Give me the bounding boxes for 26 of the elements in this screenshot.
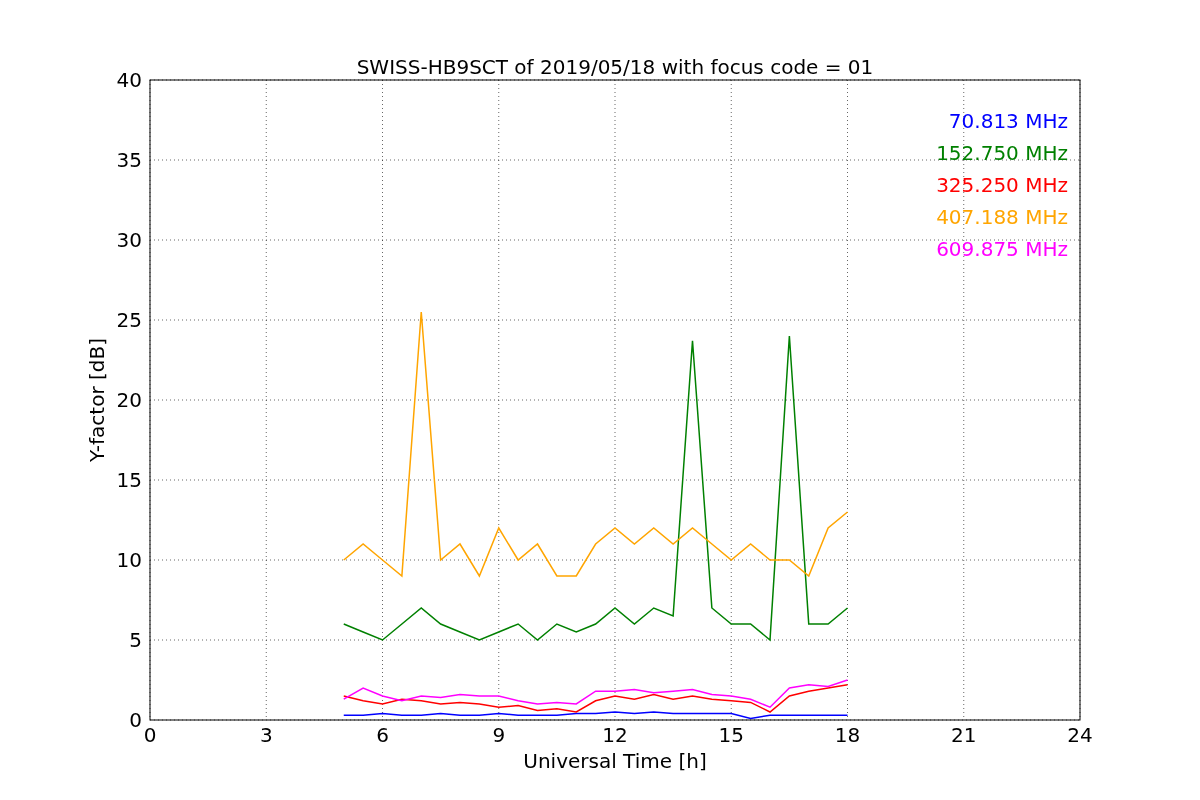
y-tick-label: 30 (116, 228, 142, 252)
x-tick-label: 24 (1067, 723, 1093, 747)
y-tick-label: 40 (116, 68, 142, 92)
chart-title: SWISS-HB9SCT of 2019/05/18 with focus code = 01 (356, 55, 874, 79)
legend-label: 70.813 MHz (948, 109, 1068, 133)
y-tick-label: 0 (129, 708, 142, 732)
x-tick-label: 3 (259, 723, 273, 747)
y-tick-label: 35 (116, 148, 142, 172)
y-axis-label: Y-factor [dB] (85, 338, 109, 462)
x-tick-label: 18 (834, 723, 861, 747)
y-tick-label: 15 (116, 468, 142, 492)
x-tick-label: 9 (492, 723, 506, 747)
y-tick-label: 10 (116, 548, 142, 572)
y-tick-label: 20 (116, 388, 142, 412)
legend-label: 152.750 MHz (936, 141, 1068, 165)
x-tick-label: 12 (602, 723, 628, 747)
legend-label: 325.250 MHz (936, 173, 1068, 197)
x-tick-label: 0 (143, 723, 157, 747)
y-tick-label: 25 (116, 308, 142, 332)
x-tick-label: 21 (951, 723, 977, 747)
x-tick-label: 15 (718, 723, 744, 747)
legend-label: 609.875 MHz (936, 237, 1068, 261)
x-tick-label: 6 (376, 723, 389, 747)
legend-label: 407.188 MHz (936, 205, 1068, 229)
y-tick-label: 5 (129, 628, 142, 652)
x-axis-label: Universal Time [h] (523, 749, 707, 773)
